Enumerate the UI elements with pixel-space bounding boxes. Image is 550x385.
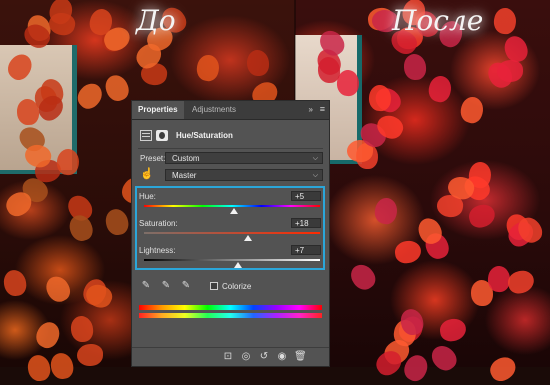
targeted-adjustment-hand-icon[interactable]: ☝ [140,168,154,181]
hue-slider-track[interactable] [144,205,320,207]
colorize-label: Colorize [222,281,252,291]
channel-value: Master [172,171,197,180]
lightness-slider-thumb[interactable] [234,262,243,268]
saturation-slider-thumb[interactable] [243,235,252,241]
leaf [496,59,524,83]
colorize-checkbox[interactable] [210,282,218,290]
chevron-down-icon: ⌵ [312,155,318,162]
tab-properties[interactable]: Properties [132,101,184,119]
lightness-label: Lightness: [139,246,176,255]
hue-label: Hue: [139,192,156,201]
preset-dropdown[interactable]: Custom ⌵ [165,152,323,164]
saturation-slider-track[interactable] [144,232,320,234]
input-color-spectrum [139,305,322,310]
lightness-value-field[interactable]: +7 [291,245,321,255]
tab-adjustments[interactable]: Adjustments [186,101,242,119]
eyedropper-plus-icon[interactable]: ✎ [160,280,172,292]
hue-value-field[interactable]: +5 [291,191,321,201]
lightness-slider-track[interactable] [144,259,320,261]
panel-menu-icon[interactable]: ≡ [320,101,325,118]
caption-after: После [392,4,484,37]
caption-before: До [136,4,176,37]
eyedropper-icon[interactable]: ✎ [140,280,152,292]
channel-dropdown[interactable]: Master ⌵ [165,169,323,181]
reset-icon[interactable]: ↺ [258,351,270,363]
panel-tab-bar: Properties Adjustments » ≡ [132,101,329,120]
view-previous-state-icon[interactable]: ◎ [240,351,252,363]
saturation-label: Saturation: [139,219,178,228]
adjustment-title: Hue/Saturation [176,130,233,140]
hue-saturation-icon[interactable] [140,129,152,141]
sliders-highlight-box: Hue: +5 Saturation: +18 Lightness: +7 [135,186,325,270]
saturation-value-field[interactable]: +18 [291,218,321,228]
trash-icon[interactable]: 🗑 [294,351,307,363]
leaf [246,50,269,77]
chevron-down-icon: ⌵ [312,172,318,179]
layer-mask-icon[interactable] [156,129,168,141]
panel-footer: ⊡ ◎ ↺ ◉ 🗑 [132,347,329,366]
eyedropper-minus-icon[interactable]: ✎ [180,280,192,292]
hue-slider-thumb[interactable] [229,208,238,214]
preset-label: Preset: [140,154,166,163]
preset-value: Custom [172,154,200,163]
header-divider [138,148,323,149]
adjustment-header: Hue/Saturation [140,127,233,143]
eyedropper-row: ✎ ✎ ✎ Colorize [140,280,252,292]
output-color-spectrum [139,313,322,318]
clip-to-layer-icon[interactable]: ⊡ [222,351,234,363]
visibility-eye-icon[interactable]: ◉ [276,351,288,363]
collapse-panel-icon[interactable]: » [309,101,313,118]
properties-panel: Properties Adjustments » ≡ Hue/Saturatio… [131,100,330,367]
